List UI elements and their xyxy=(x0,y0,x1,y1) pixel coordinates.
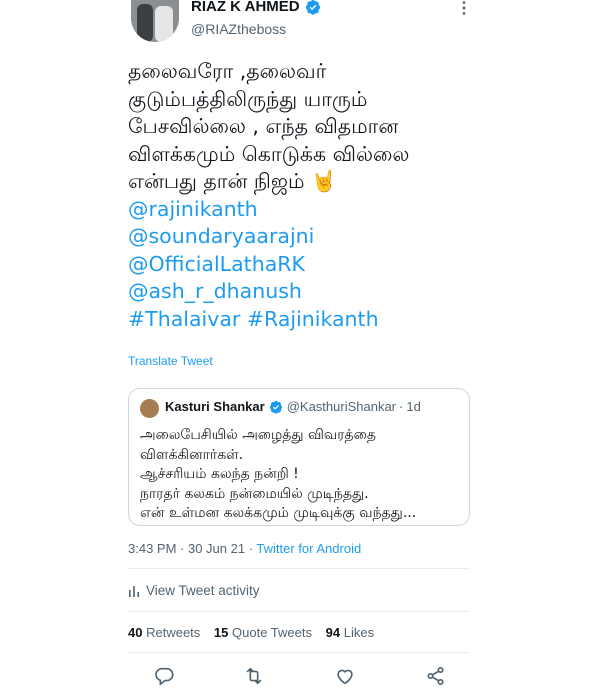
verified-badge-icon xyxy=(269,400,282,414)
divider xyxy=(128,611,470,612)
bar-chart-icon xyxy=(129,585,139,597)
share-icon[interactable] xyxy=(425,665,447,687)
quoted-author-avatar xyxy=(140,399,159,418)
quoted-text-line: நாரதர் கலகம் நன்மையில் முடிந்தது. xyxy=(140,485,369,502)
tweet-line: விளக்கமும் கொடுக்க வில்லை xyxy=(128,141,410,166)
verified-badge-icon xyxy=(305,0,320,15)
reply-icon[interactable] xyxy=(153,665,175,687)
retweets-label: Retweets xyxy=(146,625,201,640)
retweets-count: 40 xyxy=(128,625,143,640)
retweets-stat[interactable]: 40 Retweets xyxy=(128,625,200,640)
view-tweet-activity-link[interactable]: View Tweet activity xyxy=(128,583,260,598)
quoted-author-handle: @KasthuriShankar xyxy=(286,399,397,414)
hashtag-link[interactable]: #Thalaivar xyxy=(128,307,240,331)
author-handle[interactable]: @RIAZtheboss xyxy=(191,21,286,37)
quoted-text-line: அலைபேசியில் அழைத்து விவரத்தை xyxy=(140,427,377,443)
tweet-line: தலைவரோ ,தலைவர் xyxy=(128,59,327,83)
quoted-separator: · xyxy=(399,399,404,414)
mention-link[interactable]: @ash_r_dhanush xyxy=(128,278,478,306)
divider xyxy=(128,652,470,653)
like-icon[interactable] xyxy=(334,665,356,687)
quoted-tweet-header: Kasturi Shankar @KasthuriShankar · 1d xyxy=(165,399,421,414)
tweet-line: குடும்பத்திலிருந்து யாரும் xyxy=(128,86,368,111)
hashtag-link[interactable]: #Rajinikanth xyxy=(247,307,379,331)
quoted-tweet-card[interactable]: Kasturi Shankar @KasthuriShankar · 1d அல… xyxy=(128,388,470,526)
likes-stat[interactable]: 94 Likes xyxy=(326,625,374,640)
quote-tweets-label: Quote Tweets xyxy=(232,625,312,640)
tweet-stats: 40 Retweets 15 Quote Tweets 94 Likes xyxy=(128,625,384,640)
quoted-author-name: Kasturi Shankar xyxy=(165,399,265,414)
author-display-name[interactable]: RIAZ K AHMED xyxy=(191,0,300,15)
likes-label: Likes xyxy=(343,625,375,640)
author-name-row: RIAZ K AHMED xyxy=(191,0,321,15)
quote-tweets-stat[interactable]: 15 Quote Tweets xyxy=(214,625,312,640)
tweet-source-link[interactable]: Twitter for Android xyxy=(256,541,361,556)
meta-separator: · xyxy=(245,541,257,556)
tweet-text: தலைவரோ ,தலைவர் குடும்பத்திலிருந்து யாரும… xyxy=(128,58,478,333)
quoted-text-line: ஆச்சரியம் கலந்த நன்றி ! xyxy=(140,466,299,482)
more-options-icon[interactable] xyxy=(456,0,472,16)
translate-tweet-link[interactable]: Translate Tweet xyxy=(128,354,213,368)
tweet-line: பேசவில்லை , எந்த விதமான xyxy=(128,114,399,138)
tweet-action-bar xyxy=(146,665,446,689)
hashtag-row: #Thalaivar #Rajinikanth xyxy=(128,306,478,334)
quoted-tweet-text: அலைபேசியில் அழைத்து விவரத்தை விளக்கினார்… xyxy=(140,426,416,524)
view-tweet-activity-label: View Tweet activity xyxy=(146,583,260,598)
quote-tweets-count: 15 xyxy=(213,625,229,640)
author-avatar[interactable] xyxy=(131,0,179,42)
tweet-meta: 3:43 PM · 30 Jun 21 · Twitter for Androi… xyxy=(128,541,361,556)
mention-link[interactable]: @OfficialLathaRK xyxy=(128,251,478,279)
tweet-line: என்பது தான் நிஜம் 🤘 xyxy=(128,169,337,193)
divider xyxy=(128,568,470,569)
quoted-text-line: என் உள்மன கலக்கமும் முடிவுக்கு வந்தது... xyxy=(140,505,417,521)
tweet-time[interactable]: 3:43 PM xyxy=(128,541,176,556)
quoted-text-line: விளக்கினார்கள். xyxy=(140,446,244,463)
mention-link[interactable]: @rajinikanth xyxy=(128,196,478,224)
likes-count: 94 xyxy=(325,625,341,640)
avatar-figure-left xyxy=(137,4,153,42)
tweet-date[interactable]: 30 Jun 21 xyxy=(188,541,245,556)
retweet-icon[interactable] xyxy=(243,665,265,687)
mention-link[interactable]: @soundaryaarajni xyxy=(128,223,478,251)
quoted-tweet-time: 1d xyxy=(406,399,421,414)
avatar-figure-right xyxy=(155,6,173,42)
meta-separator: · xyxy=(176,541,188,556)
